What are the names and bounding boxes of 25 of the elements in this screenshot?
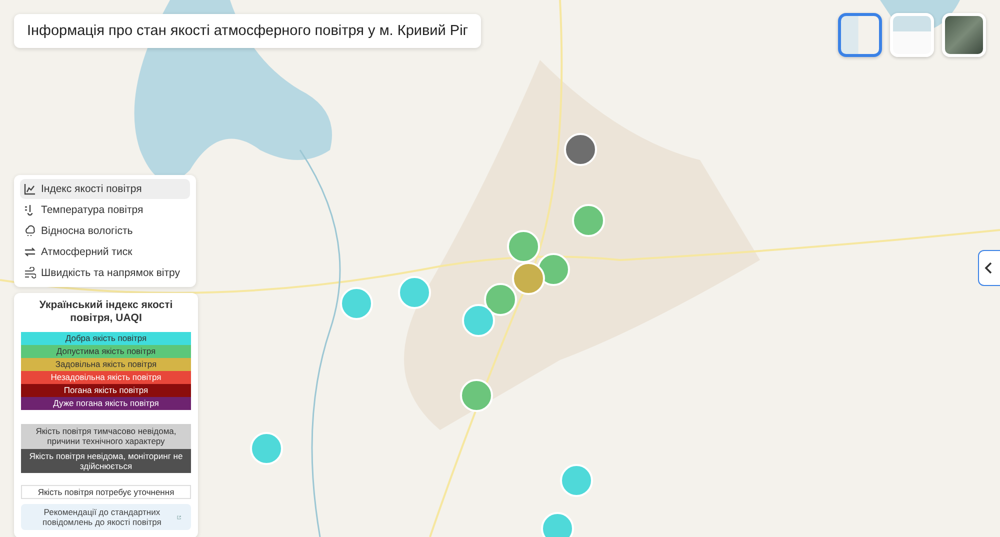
swap-arrows-icon: [24, 246, 36, 258]
chevron-left-icon: [984, 262, 994, 274]
layer-item[interactable]: Швидкість та напрямок вітру: [20, 263, 190, 283]
chart-icon: [24, 183, 36, 195]
legend-level: Дуже погана якість повітря: [21, 397, 191, 410]
cloud-icon: [24, 225, 36, 237]
layer-item[interactable]: Відносна вологість: [20, 221, 190, 241]
page-title: Інформація про стан якості атмосферного повітря у м. Кривий Ріг: [14, 14, 482, 48]
legend-level: Незадовільна якість повітря: [21, 371, 191, 384]
wind-icon: [24, 267, 36, 279]
map-style-thumbnail[interactable]: [838, 13, 882, 57]
legend-level: Допустима якість повітря: [21, 345, 191, 358]
legend-level: Якість повітря потребує уточнення: [21, 485, 191, 499]
layer-item[interactable]: Індекс якості повітря: [20, 179, 190, 199]
recommendations-link[interactable]: Рекомендації до стандартних повідомлень до якості повітря: [21, 504, 191, 530]
legend-level: Погана якість повітря: [21, 384, 191, 398]
legend-level: Задовільна якість повітря: [21, 358, 191, 372]
layer-item[interactable]: Атмосферний тиск: [20, 242, 190, 262]
legend-level: Якість повітря тимчасово невідома, причини технічного характеру: [21, 424, 191, 449]
collapse-panel-button[interactable]: [978, 250, 1000, 286]
layer-item[interactable]: Температура повітря: [20, 200, 190, 220]
legend-level: Добра якість повітря: [21, 332, 191, 346]
external-link-icon: [176, 514, 181, 520]
legend-level: Якість повітря невідома, моніторинг не здійснюється: [21, 448, 191, 473]
legend-title: Український індекс якості повітря, UAQI: [38, 299, 174, 326]
